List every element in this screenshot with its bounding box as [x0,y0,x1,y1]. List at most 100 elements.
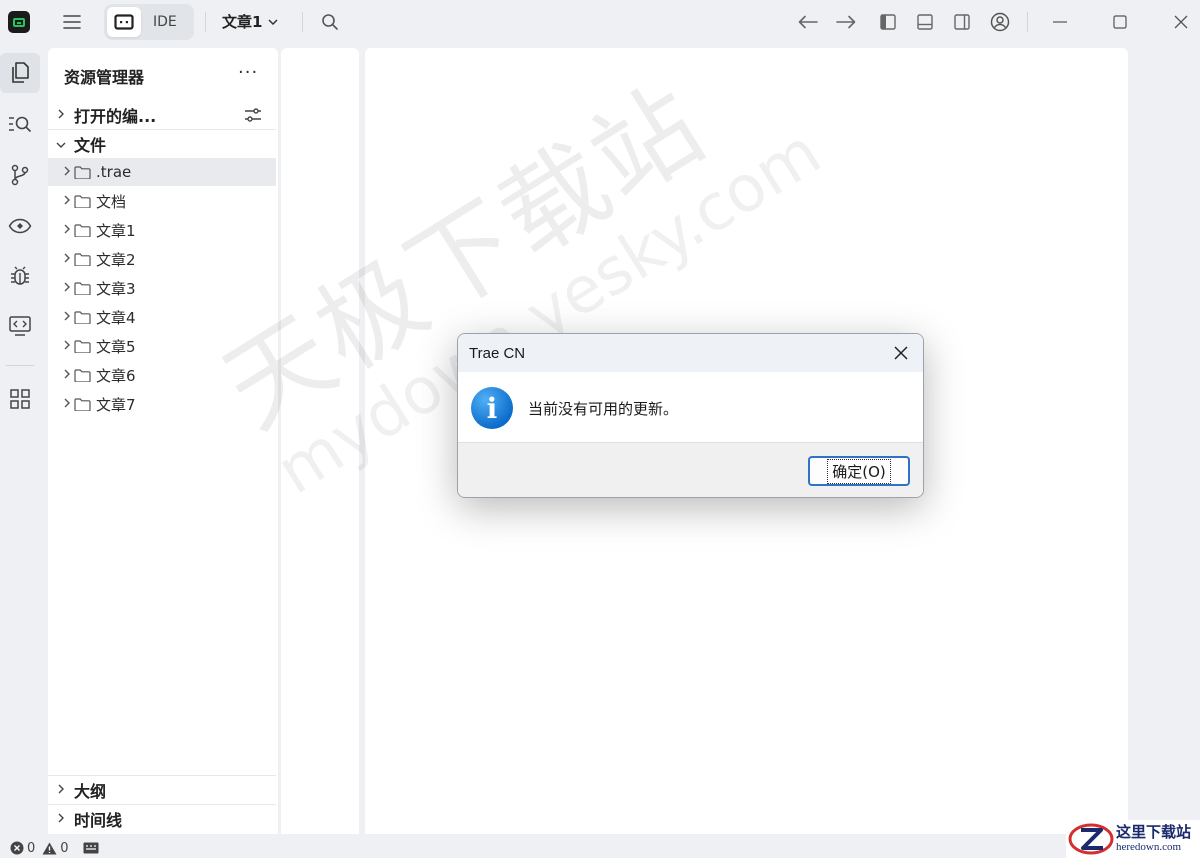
project-name: 文章1 [222,13,263,31]
folder-icon [74,252,94,266]
tree-item[interactable]: 文章7 [48,390,276,418]
chevron-right-icon [48,252,74,266]
section-label: 文件 [74,136,107,155]
problems-indicator[interactable]: 0 0 [10,841,69,856]
dialog-body: i 当前没有可用的更新。 [458,372,923,442]
folder-icon [74,368,94,382]
search-files-icon[interactable] [0,104,40,144]
chevron-right-icon [48,310,74,324]
divider [6,365,34,366]
trae-logo-icon [8,11,30,33]
chevron-down-icon [268,18,278,25]
update-dialog: Trae CN i 当前没有可用的更新。 确定(O) [457,333,924,498]
more-actions-icon[interactable]: ··· [238,62,258,83]
error-icon [10,841,24,855]
chevron-right-icon [48,397,74,411]
warning-icon [42,842,57,854]
tree-item-label: 文章5 [96,337,136,356]
toggle-bottom-panel-icon[interactable] [911,8,939,36]
site-logo-en: heredown.com [1116,841,1182,853]
ok-button[interactable]: 确定(O) [808,456,910,486]
status-bar: 0 0 [0,838,1200,858]
section-outline[interactable]: 大纲 [48,776,278,804]
tree-item[interactable]: 文章1 [48,216,276,244]
ai-mode-icon[interactable] [107,7,141,37]
z-logo-icon [1066,822,1116,856]
folder-icon [74,281,94,295]
activity-bar [0,48,40,838]
divider [302,12,303,32]
tree-item[interactable]: 文章6 [48,361,276,389]
toggle-right-panel-icon[interactable] [948,8,976,36]
site-logo: 这里下载站 heredown.com [1066,820,1200,858]
mode-toggle[interactable]: IDE [104,4,194,40]
tree-item[interactable]: 文章2 [48,245,276,273]
folder-icon [74,223,94,237]
section-label: 打开的编... [74,107,157,126]
project-selector[interactable]: 文章1 [222,11,278,32]
tree-item[interactable]: 文章4 [48,303,276,331]
sidebar-title: 资源管理器 [64,68,145,87]
tree-item[interactable]: 文章3 [48,274,276,302]
divider [1027,12,1028,32]
menu-icon[interactable] [58,8,86,36]
debug-icon[interactable] [0,256,40,296]
maximize-icon[interactable] [1106,8,1134,36]
folder-icon [74,165,94,179]
source-control-icon[interactable] [0,155,40,195]
chevron-right-icon [48,108,74,122]
arrow-forward-icon[interactable] [832,8,860,36]
minimize-icon[interactable] [1046,8,1074,36]
dialog-titlebar: Trae CN [458,334,923,372]
chevron-right-icon [48,339,74,353]
title-bar: IDE 文章1 [0,0,1200,44]
tree-item-label: 文章6 [96,366,136,385]
editor-pane-left[interactable] [281,48,359,834]
notifications-icon[interactable] [83,842,99,854]
tree-item-label: .trae [96,163,132,181]
info-icon: i [471,387,513,429]
folder-icon [74,310,94,324]
tree-item[interactable]: 文章5 [48,332,276,360]
section-files[interactable]: 文件 [48,130,278,158]
chevron-right-icon [48,812,74,826]
account-icon[interactable] [986,8,1014,36]
explorer-icon[interactable] [0,53,40,93]
toggle-left-panel-icon[interactable] [874,8,902,36]
close-window-icon[interactable] [1167,8,1195,36]
close-icon[interactable] [889,341,913,365]
dialog-footer: 确定(O) [458,442,923,497]
explorer-sidebar: 资源管理器 ··· 打开的编... 文件 .trae 文档文章1 文章2 文章3 文章4… [48,48,278,834]
folder-icon [74,194,94,208]
warning-count: 0 [60,840,69,856]
tree-item-label: 文章3 [96,279,136,298]
error-count: 0 [27,840,36,856]
ide-mode-label[interactable]: IDE [153,14,177,30]
search-icon[interactable] [316,8,344,36]
tree-item[interactable]: .trae [48,158,276,186]
site-logo-cn: 这里下载站 [1116,823,1192,841]
tree-item-label: 文章2 [96,250,136,269]
dialog-title: Trae CN [469,344,526,362]
tree-item-label: 文档 [96,192,127,211]
dialog-message: 当前没有可用的更新。 [528,400,679,418]
preview-eye-icon[interactable] [0,206,40,246]
chevron-right-icon [48,368,74,382]
section-open-editors[interactable]: 打开的编... [48,101,278,129]
remote-preview-icon[interactable] [0,306,40,346]
arrow-back-icon[interactable] [794,8,822,36]
chevron-right-icon [48,194,74,208]
tree-item-label: 文章7 [96,395,136,414]
ok-button-label: 确定(O) [827,458,891,484]
tree-item[interactable]: 文档 [48,187,276,215]
tree-item-label: 文章4 [96,308,136,327]
filter-settings-icon[interactable] [244,107,262,127]
folder-icon [74,339,94,353]
section-label: 大纲 [74,782,107,801]
chevron-down-icon [48,137,74,151]
chevron-right-icon [48,783,74,797]
chevron-right-icon [48,165,74,179]
section-timeline[interactable]: 时间线 [48,805,278,833]
extensions-icon[interactable] [0,379,40,419]
folder-icon [74,397,94,411]
